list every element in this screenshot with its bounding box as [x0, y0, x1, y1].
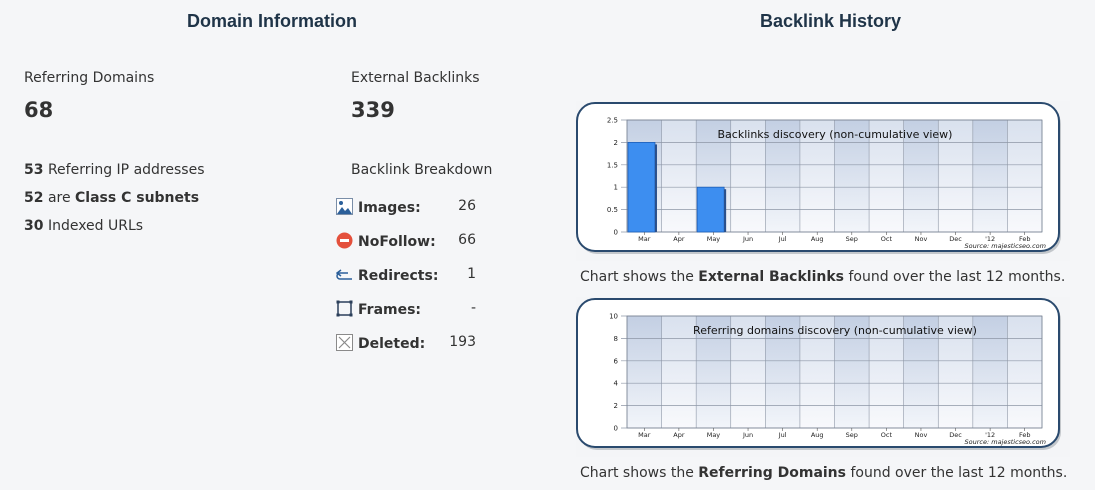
- x-tick-label: Oct: [881, 431, 893, 439]
- caption-bold: Referring Domains: [698, 465, 846, 481]
- y-tick-label: 10: [609, 313, 618, 321]
- breakdown-value: 193: [449, 334, 476, 350]
- domain-information-heading: Domain Information: [187, 11, 357, 31]
- breakdown-name: Deleted:: [358, 336, 426, 352]
- referring-domains-value: 68: [24, 98, 54, 122]
- backlinks-chart-svg: 0 0.5 1 1.5 2 2.5 Mar Apr May Jun Jul Aug Sep Oct Nov D…: [576, 101, 1070, 261]
- plot-band: [661, 120, 697, 232]
- referring-domains-discovery-chart: 0 2 4 6 8 10 Mar Apr May Jun Jul Aug Sep Oct Nov Dec '12…: [576, 297, 1070, 457]
- x-tick-label: Apr: [673, 235, 685, 243]
- x-tick-label: Jul: [778, 431, 787, 439]
- referring-domains-chart-svg: 0246810Mar Apr May Jun Jul Aug Sep Oct Nov Dec '12…: [576, 297, 1070, 457]
- breakdown-row-frames: Frames: -: [336, 300, 496, 322]
- x-tick-label: Dec: [949, 235, 962, 243]
- chart-title: Referring domains discovery (non-cumulat…: [693, 324, 977, 337]
- chart-source: Source: majesticseo.com: [965, 438, 1046, 446]
- breakdown-name: Images:: [358, 200, 421, 216]
- backlink-history-heading: Backlink History: [760, 11, 902, 31]
- caption-text: found over the last 12 months.: [848, 269, 1066, 285]
- referring-domains-chart-caption: Chart shows the Referring Domains found …: [580, 465, 1067, 481]
- x-tick-label: Aug: [811, 235, 824, 243]
- x-tick-label: Jul: [778, 235, 787, 243]
- frame-icon: [336, 300, 353, 317]
- caption-bold: External Backlinks: [698, 269, 844, 285]
- plot-band: [1007, 120, 1042, 232]
- y-tick-label: 1: [614, 184, 618, 192]
- x-tick-label: Jun: [742, 431, 753, 439]
- bar: [627, 142, 656, 233]
- breakdown-value: -: [470, 300, 476, 316]
- ip-label: Referring IP addresses: [47, 162, 205, 178]
- breakdown-value: 1: [467, 266, 476, 282]
- image-icon: [336, 198, 353, 215]
- plot-band: [627, 316, 662, 428]
- x-tick-label: Apr: [673, 431, 685, 439]
- x-tick-label: May: [707, 235, 721, 243]
- bar-shade: [724, 189, 727, 232]
- backlinks-discovery-chart: 0 0.5 1 1.5 2 2.5 Mar Apr May Jun Jul Aug Sep Oct Nov D…: [576, 101, 1070, 261]
- x-tick-label: Oct: [881, 235, 893, 243]
- nofollow-icon: [336, 232, 353, 249]
- subnet-count: 52: [24, 190, 44, 206]
- caption-text: Chart shows the: [580, 269, 694, 285]
- y-tick-label: 0.5: [607, 206, 618, 214]
- external-backlinks-value: 339: [351, 98, 395, 122]
- y-tick-label: 2: [614, 139, 618, 147]
- y-tick-label: 8: [614, 335, 618, 343]
- y-tick-label: 1.5: [607, 161, 618, 169]
- y-tick-label: 2.5: [607, 117, 618, 125]
- backlinks-chart-caption: Chart shows the External Backlinks found…: [580, 269, 1065, 285]
- deleted-icon: [336, 334, 353, 351]
- chart-source: Source: majesticseo.com: [965, 242, 1046, 250]
- caption-text: Chart shows the: [580, 465, 694, 481]
- breakdown-value: 66: [458, 232, 476, 248]
- breakdown-name: NoFollow:: [358, 234, 436, 250]
- breakdown-row-images: Images: 26: [336, 198, 496, 220]
- backlink-breakdown-label: Backlink Breakdown: [351, 162, 493, 178]
- chart-title: Backlinks discovery (non-cumulative view…: [718, 128, 953, 141]
- breakdown-name: Frames:: [358, 302, 422, 318]
- y-tick-label: 2: [614, 402, 618, 410]
- breakdown-value: 26: [458, 198, 476, 214]
- x-tick-label: Mar: [638, 431, 651, 439]
- bar-shade: [654, 144, 657, 232]
- plot-band: [972, 316, 1008, 428]
- class-c-line: 52 are Class C subnets: [24, 190, 199, 206]
- indexed-urls-line: 30 Indexed URLs: [24, 218, 143, 234]
- plot-band: [972, 120, 1008, 232]
- y-tick-label: 0: [614, 425, 618, 433]
- external-backlinks-label: External Backlinks: [351, 70, 480, 86]
- plot-band: [1007, 316, 1042, 428]
- breakdown-name: Redirects:: [358, 268, 439, 284]
- referring-ip-line: 53 Referring IP addresses: [24, 162, 205, 178]
- x-tick-label: Mar: [638, 235, 651, 243]
- y-tick-label: 4: [614, 380, 619, 388]
- redirect-icon: [335, 266, 353, 283]
- indexed-count: 30: [24, 218, 44, 234]
- ip-count: 53: [24, 162, 44, 178]
- x-tick-label: Jun: [742, 235, 753, 243]
- y-tick-label: 6: [614, 357, 619, 365]
- indexed-label: Indexed URLs: [47, 218, 144, 234]
- caption-text: found over the last 12 months.: [850, 465, 1068, 481]
- x-tick-label: Dec: [949, 431, 962, 439]
- x-tick-label: Nov: [915, 235, 928, 243]
- y-tick-label: 0: [614, 229, 618, 237]
- subnet-are: are: [47, 190, 71, 206]
- x-tick-label: May: [707, 431, 721, 439]
- bar: [696, 186, 725, 233]
- referring-domains-label: Referring Domains: [24, 70, 155, 86]
- subnet-label: Class C subnets: [75, 190, 200, 206]
- breakdown-row-redirects: Redirects: 1: [335, 266, 496, 288]
- x-tick-label: Sep: [846, 235, 858, 243]
- plot-band: [661, 316, 697, 428]
- x-tick-label: Aug: [811, 431, 824, 439]
- x-tick-label: Sep: [846, 431, 858, 439]
- breakdown-row-nofollow: NoFollow: 66: [336, 232, 496, 254]
- x-tick-label: Nov: [915, 431, 928, 439]
- breakdown-row-deleted: Deleted: 193: [336, 334, 496, 356]
